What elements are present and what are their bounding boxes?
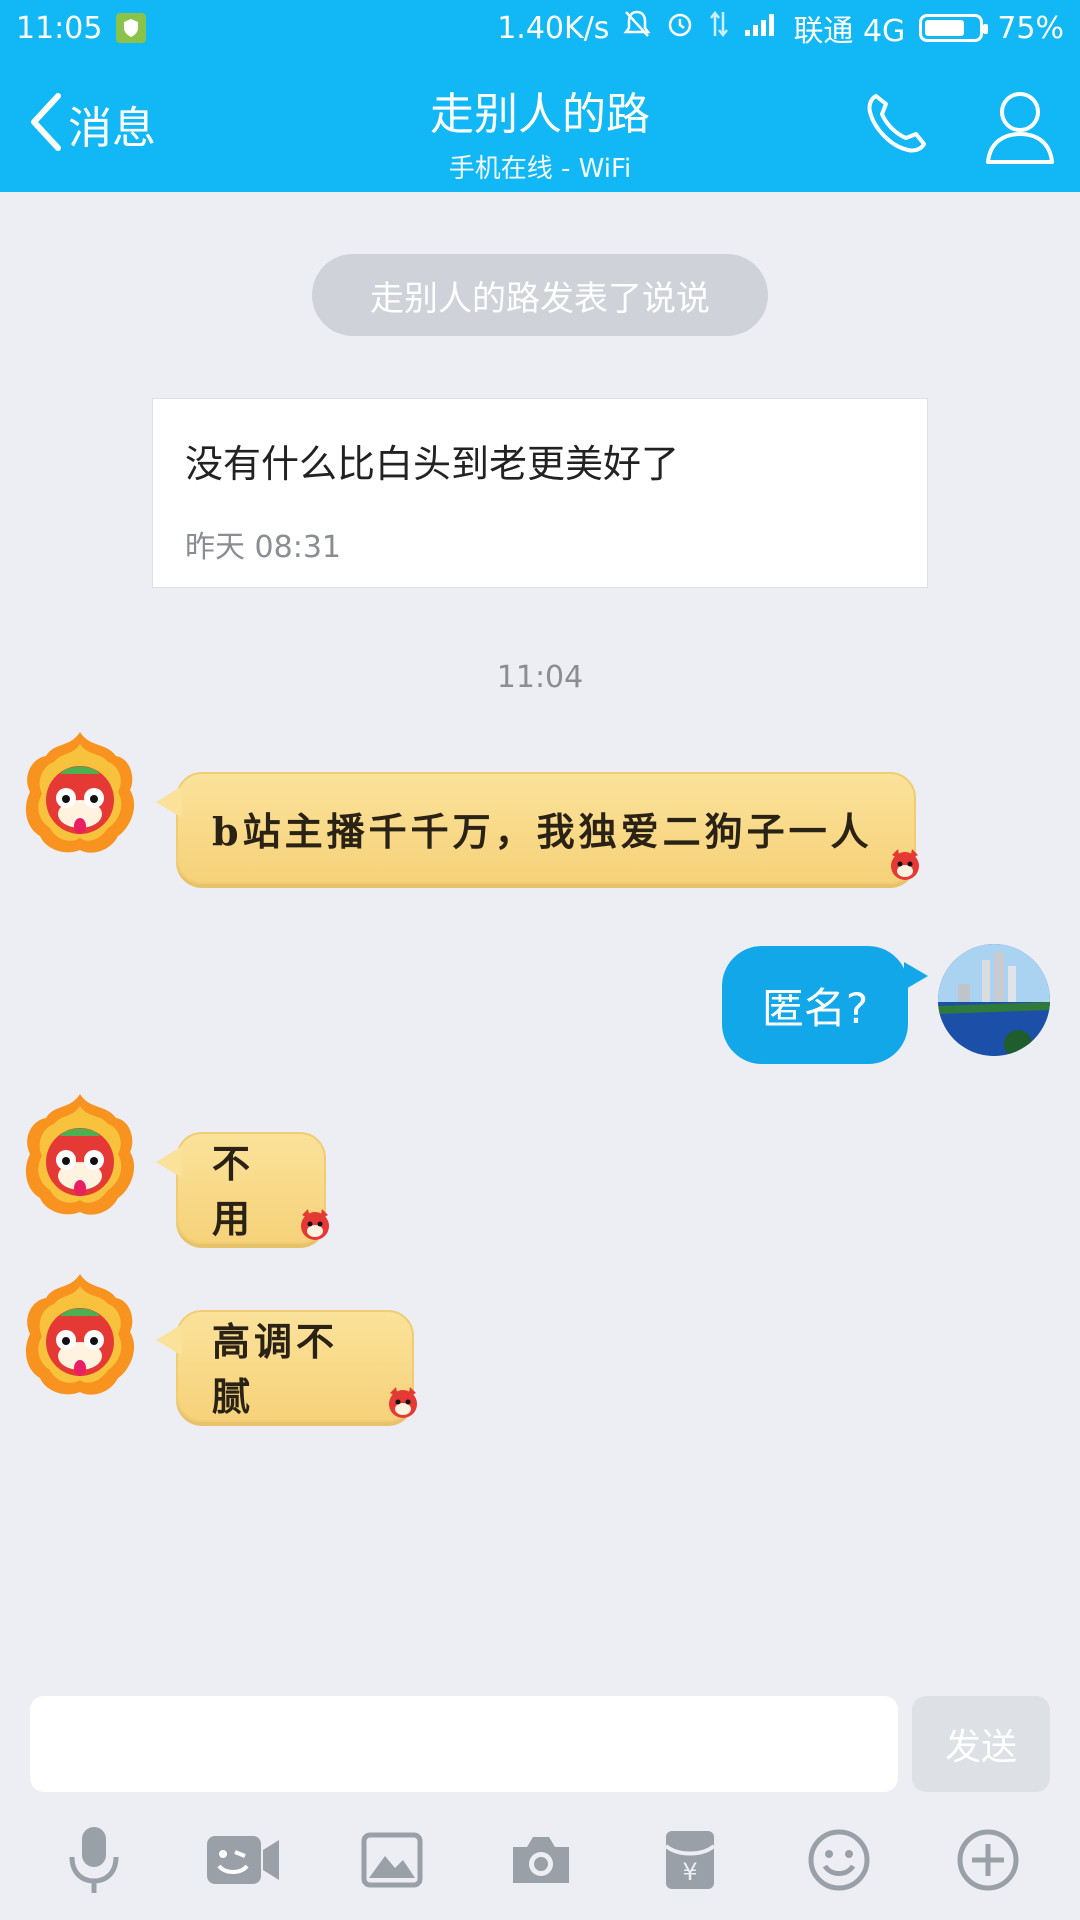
- fox-sticker-icon: [886, 845, 924, 892]
- carrier-label: 联通 4G: [793, 14, 906, 49]
- contact-avatar[interactable]: [20, 728, 140, 858]
- time-divider: 11:04: [496, 660, 584, 695]
- bubble-tail: [156, 1324, 182, 1356]
- camera-icon[interactable]: [501, 1820, 581, 1900]
- battery-icon: [919, 14, 989, 42]
- image-icon[interactable]: [352, 1820, 432, 1900]
- fox-sticker-icon: [384, 1383, 422, 1430]
- status-left: 11:05: [16, 10, 147, 46]
- alarm-icon: [665, 9, 695, 47]
- network-speed: 1.40K/s: [497, 10, 610, 46]
- send-button[interactable]: 发送: [912, 1696, 1050, 1792]
- battery-percent: 75%: [997, 10, 1064, 46]
- bubble-tail: [904, 962, 928, 990]
- emoji-icon[interactable]: [799, 1820, 879, 1900]
- input-toolbar: ¥: [0, 1820, 1080, 1910]
- signal-icon: [743, 11, 779, 46]
- post-card[interactable]: 没有什么比白头到老更美好了 昨天 08:31: [152, 398, 928, 588]
- user-avatar[interactable]: [938, 944, 1050, 1056]
- status-right: 1.40K/s 联通 4G 75%: [497, 6, 1064, 50]
- red-packet-icon[interactable]: ¥: [650, 1820, 730, 1900]
- message-text: 匿名?: [761, 983, 869, 1033]
- shield-icon: [116, 13, 147, 43]
- message-text: 不用: [212, 1141, 255, 1241]
- video-icon[interactable]: [203, 1820, 283, 1900]
- message-bubble-left[interactable]: 高调不腻: [156, 1310, 417, 1422]
- status-bar: 11:05 1.40K/s 联通 4G 75%: [0, 0, 1080, 56]
- post-text: 没有什么比白头到老更美好了: [185, 442, 680, 486]
- svg-text:¥: ¥: [682, 1858, 697, 1886]
- data-arrows-icon: [709, 10, 729, 46]
- contact-avatar[interactable]: [20, 1270, 140, 1400]
- plus-icon[interactable]: [948, 1820, 1028, 1900]
- message-bubble-left[interactable]: b站主播千千万，我独爱二狗子一人: [156, 772, 919, 884]
- message-input[interactable]: [30, 1696, 898, 1792]
- input-row: 发送: [0, 1696, 1080, 1792]
- message-bubble-left[interactable]: 不用: [156, 1132, 329, 1244]
- contact-avatar[interactable]: [20, 1090, 140, 1220]
- system-notice[interactable]: 走别人的路发表了说说: [312, 254, 768, 336]
- bell-off-icon: [623, 9, 651, 47]
- chat-header: 消息 走别人的路 手机在线 - WiFi: [0, 56, 1080, 192]
- profile-icon[interactable]: [984, 86, 1056, 170]
- message-text: b站主播千千万，我独爱二狗子一人: [212, 808, 873, 854]
- fox-sticker-icon: [296, 1205, 334, 1252]
- bubble-tail: [156, 786, 182, 818]
- post-time: 昨天 08:31: [185, 530, 341, 565]
- message-text: 高调不腻: [212, 1319, 339, 1419]
- bubble-tail: [156, 1146, 182, 1178]
- status-time: 11:05: [16, 10, 103, 46]
- phone-icon[interactable]: [862, 88, 932, 162]
- message-bubble-right[interactable]: 匿名?: [722, 946, 928, 1064]
- microphone-icon[interactable]: [54, 1820, 134, 1900]
